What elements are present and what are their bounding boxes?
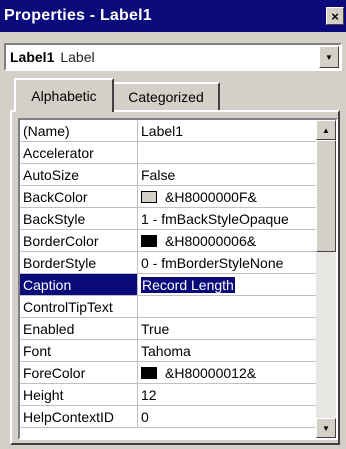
property-value[interactable]: 0 — [138, 406, 316, 427]
window-title: Properties - Label1 — [4, 7, 152, 24]
property-value-text: False — [141, 166, 176, 183]
property-value[interactable] — [138, 142, 316, 163]
property-name[interactable]: BackColor — [20, 186, 138, 207]
property-value[interactable]: Record Length — [138, 274, 316, 295]
object-selector[interactable]: Label1 Label ▼ — [4, 43, 342, 71]
property-row-font[interactable]: Font Tahoma — [20, 340, 316, 362]
property-row-enabled[interactable]: Enabled True — [20, 318, 316, 340]
property-value[interactable]: &H80000006& — [138, 230, 316, 251]
property-row-forecolor[interactable]: ForeColor &H80000012& — [20, 362, 316, 384]
property-value-text: 12 — [141, 386, 157, 403]
property-value[interactable]: 1 - fmBackStyleOpaque — [138, 208, 316, 229]
scroll-up-button[interactable]: ▲ — [316, 120, 336, 140]
property-value[interactable] — [138, 296, 316, 317]
property-value[interactable]: Tahoma — [138, 340, 316, 361]
property-row-height[interactable]: Height 12 — [20, 384, 316, 406]
property-row-helpcontextid[interactable]: HelpContextID 0 — [20, 406, 316, 428]
property-row-caption[interactable]: Caption Record Length — [20, 274, 316, 296]
property-name[interactable]: Caption — [20, 274, 138, 295]
property-name[interactable]: Height — [20, 384, 138, 405]
property-value-text: Tahoma — [141, 342, 191, 359]
property-value[interactable]: 0 - fmBorderStyleNone — [138, 252, 316, 273]
property-row-borderstyle[interactable]: BorderStyle 0 - fmBorderStyleNone — [20, 252, 316, 274]
property-value-text: 0 — [141, 408, 149, 425]
chevron-up-icon: ▲ — [322, 125, 330, 135]
property-name[interactable]: (Name) — [20, 120, 138, 141]
property-name[interactable]: BorderColor — [20, 230, 138, 251]
property-row-backcolor[interactable]: BackColor &H8000000F& — [20, 186, 316, 208]
property-value[interactable]: 12 — [138, 384, 316, 405]
property-value[interactable]: &H8000000F& — [138, 186, 316, 207]
property-row-name[interactable]: (Name) Label1 — [20, 120, 316, 142]
tab-alphabetic-label: Alphabetic — [31, 88, 97, 104]
property-value-text: True — [141, 320, 170, 337]
tab-alphabetic[interactable]: Alphabetic — [14, 78, 114, 112]
property-name[interactable]: BackStyle — [20, 208, 138, 229]
vertical-scrollbar[interactable]: ▲ ▼ — [316, 120, 336, 438]
property-name[interactable]: HelpContextID — [20, 406, 138, 427]
object-name: Label1 — [10, 49, 55, 65]
property-row-bordercolor[interactable]: BorderColor &H80000006& — [20, 230, 316, 252]
property-row-autosize[interactable]: AutoSize False — [20, 164, 316, 186]
tab-categorized[interactable]: Categorized — [112, 82, 220, 110]
scroll-down-button[interactable]: ▼ — [316, 418, 336, 438]
property-value-text: &H80000012& — [165, 364, 257, 381]
object-selector-dropdown-button[interactable]: ▼ — [319, 46, 339, 68]
title-bar: Properties - Label1 × — [0, 0, 346, 32]
property-value-text: &H80000006& — [165, 232, 257, 249]
property-name[interactable]: AutoSize — [20, 164, 138, 185]
property-value[interactable]: &H80000012& — [138, 362, 316, 383]
property-row-backstyle[interactable]: BackStyle 1 - fmBackStyleOpaque — [20, 208, 316, 230]
chevron-down-icon: ▼ — [322, 423, 330, 433]
property-name[interactable]: Font — [20, 340, 138, 361]
tab-categorized-label: Categorized — [128, 89, 204, 105]
property-grid: (Name) Label1 Accelerator AutoSize False Back… — [18, 118, 338, 440]
chevron-down-icon: ▼ — [325, 52, 333, 62]
property-value-text: Record Length — [141, 276, 235, 293]
property-rows: (Name) Label1 Accelerator AutoSize False Back… — [20, 120, 316, 428]
property-name[interactable]: ControlTipText — [20, 296, 138, 317]
property-name[interactable]: ForeColor — [20, 362, 138, 383]
property-value-text: Label1 — [141, 122, 184, 139]
property-value[interactable]: True — [138, 318, 316, 339]
property-value[interactable]: False — [138, 164, 316, 185]
color-swatch — [141, 190, 157, 203]
property-value-text: &H8000000F& — [165, 188, 257, 205]
scrollbar-thumb[interactable] — [316, 140, 336, 252]
close-icon: × — [331, 8, 339, 24]
property-row-controltiptext[interactable]: ControlTipText — [20, 296, 316, 318]
property-name[interactable]: Enabled — [20, 318, 138, 339]
property-value-text: 1 - fmBackStyleOpaque — [141, 210, 289, 227]
object-type: Label — [60, 49, 95, 65]
property-value[interactable]: Label1 — [138, 120, 316, 141]
property-name[interactable]: Accelerator — [20, 142, 138, 163]
color-swatch — [141, 366, 157, 379]
property-value-text: 0 - fmBorderStyleNone — [141, 254, 284, 271]
property-row-accelerator[interactable]: Accelerator — [20, 142, 316, 164]
property-name[interactable]: BorderStyle — [20, 252, 138, 273]
close-button[interactable]: × — [326, 7, 344, 25]
color-swatch — [141, 234, 157, 247]
